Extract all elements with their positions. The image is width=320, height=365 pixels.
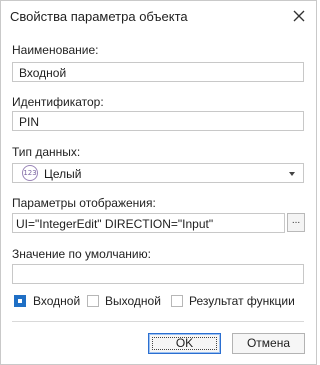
- identifier-field[interactable]: PIN: [12, 111, 304, 131]
- input-checkbox-label: Входной: [33, 294, 81, 308]
- output-checkbox[interactable]: [87, 295, 99, 307]
- dialog-title: Свойства параметра объекта: [10, 9, 188, 24]
- ok-button-label: OK: [175, 336, 194, 350]
- close-icon[interactable]: [289, 6, 309, 26]
- display-params-label: Параметры отображения:: [12, 196, 156, 210]
- display-params-value: UI="IntegerEdit" DIRECTION="Input": [16, 217, 214, 231]
- cancel-button[interactable]: Отмена: [232, 333, 305, 354]
- default-value-label: Значение по умолчанию:: [12, 247, 151, 261]
- output-checkbox-label: Выходной: [105, 294, 161, 308]
- name-label: Наименование:: [12, 43, 99, 57]
- datatype-value: Целый: [44, 167, 82, 181]
- datatype-select[interactable]: 123 Целый: [12, 163, 304, 183]
- chevron-down-icon[interactable]: [289, 172, 295, 176]
- datatype-label: Тип данных:: [12, 145, 81, 159]
- ok-button[interactable]: OK: [148, 333, 221, 354]
- object-parameter-properties-dialog: Свойства параметра объекта Наименование:…: [0, 0, 317, 365]
- display-params-browse-button[interactable]: ...: [287, 213, 305, 232]
- name-value: Входной: [19, 66, 67, 80]
- input-checkbox[interactable]: [14, 295, 26, 307]
- display-params-field[interactable]: UI="IntegerEdit" DIRECTION="Input": [12, 213, 285, 233]
- integer-type-icon: 123: [22, 165, 38, 181]
- title-bar: Свойства параметра объекта: [1, 1, 316, 33]
- default-value-field[interactable]: [12, 264, 304, 284]
- divider: [12, 321, 304, 322]
- name-field[interactable]: Входной: [12, 62, 304, 82]
- identifier-label: Идентификатор:: [12, 95, 104, 109]
- function-result-checkbox-label: Результат функции: [189, 294, 295, 308]
- function-result-checkbox[interactable]: [171, 295, 183, 307]
- identifier-value: PIN: [19, 115, 40, 129]
